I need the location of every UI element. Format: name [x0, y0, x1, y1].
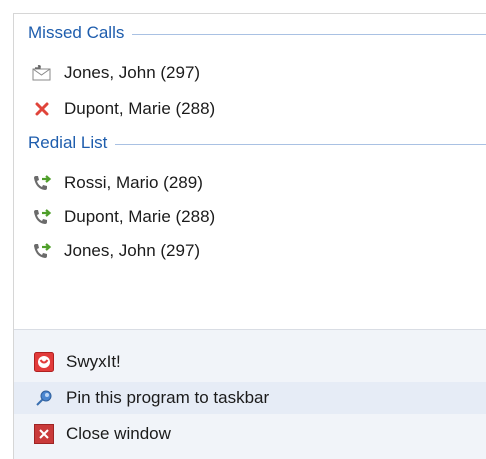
- redial-item-dupont[interactable]: Dupont, Marie (288): [32, 202, 476, 232]
- phone-redial-icon: [32, 207, 52, 227]
- section-divider: [132, 33, 486, 35]
- app-launch-item[interactable]: SwyxIt!: [14, 346, 486, 378]
- missed-call-item-dupont[interactable]: Dupont, Marie (288): [32, 94, 476, 124]
- jump-list-tasks: SwyxIt! Pin this program to taskbar Clos…: [14, 329, 486, 459]
- pin-label: Pin this program to taskbar: [66, 388, 270, 407]
- section-divider: [115, 143, 486, 145]
- redial-label: Dupont, Marie (288): [64, 207, 216, 226]
- red-x-icon: [32, 99, 52, 119]
- phone-redial-icon: [32, 241, 52, 261]
- redial-item-rossi[interactable]: Rossi, Mario (289): [32, 168, 476, 198]
- redial-list-title: Redial List: [28, 133, 108, 152]
- missed-call-item-jones[interactable]: Jones, John (297): [32, 58, 476, 88]
- missed-call-envelope-icon: [32, 63, 52, 83]
- missed-calls-header: Missed Calls: [28, 22, 486, 44]
- redial-item-jones[interactable]: Jones, John (297): [32, 236, 476, 266]
- app-label: SwyxIt!: [66, 352, 121, 371]
- redial-label: Rossi, Mario (289): [64, 173, 203, 192]
- close-window-item[interactable]: Close window: [14, 418, 486, 450]
- missed-call-label: Dupont, Marie (288): [64, 99, 216, 118]
- swyxit-app-icon: [34, 352, 54, 372]
- close-label: Close window: [66, 424, 171, 443]
- redial-label: Jones, John (297): [64, 241, 201, 260]
- missed-call-label: Jones, John (297): [64, 63, 201, 82]
- jump-list-menu: Missed Calls Jones, John (297) Dupont, M…: [13, 13, 486, 459]
- pin-icon: [34, 388, 54, 408]
- missed-calls-title: Missed Calls: [28, 23, 125, 42]
- phone-redial-icon: [32, 173, 52, 193]
- pin-to-taskbar-item[interactable]: Pin this program to taskbar: [14, 382, 486, 414]
- redial-list-header: Redial List: [28, 132, 486, 154]
- close-window-icon: [34, 424, 54, 444]
